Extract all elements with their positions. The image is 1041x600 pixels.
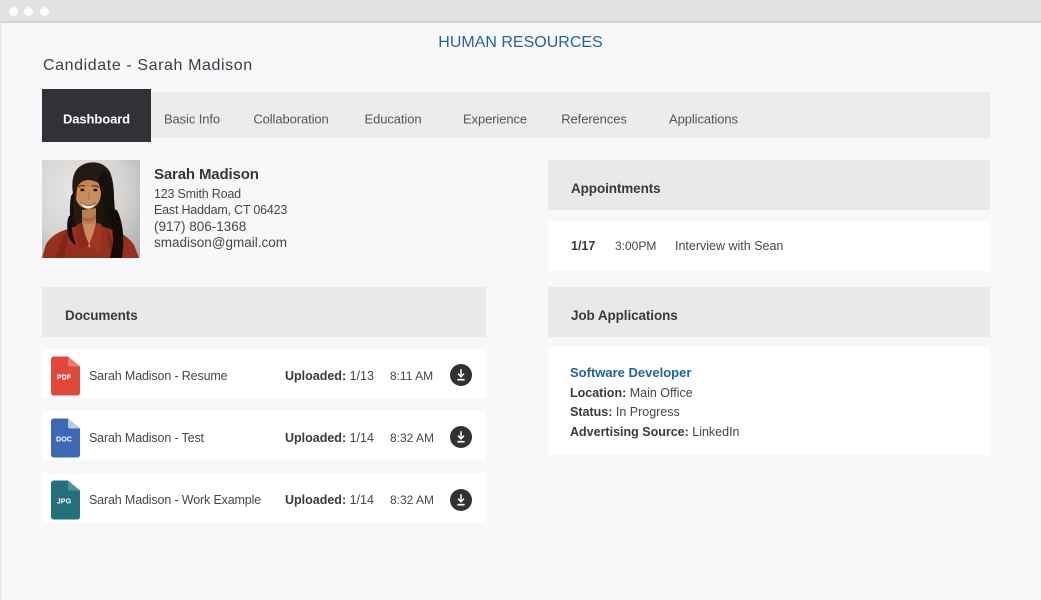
svg-text:DOC: DOC	[56, 434, 72, 443]
svg-text:JPG: JPG	[57, 497, 72, 506]
svg-text:PDF: PDF	[57, 372, 72, 381]
